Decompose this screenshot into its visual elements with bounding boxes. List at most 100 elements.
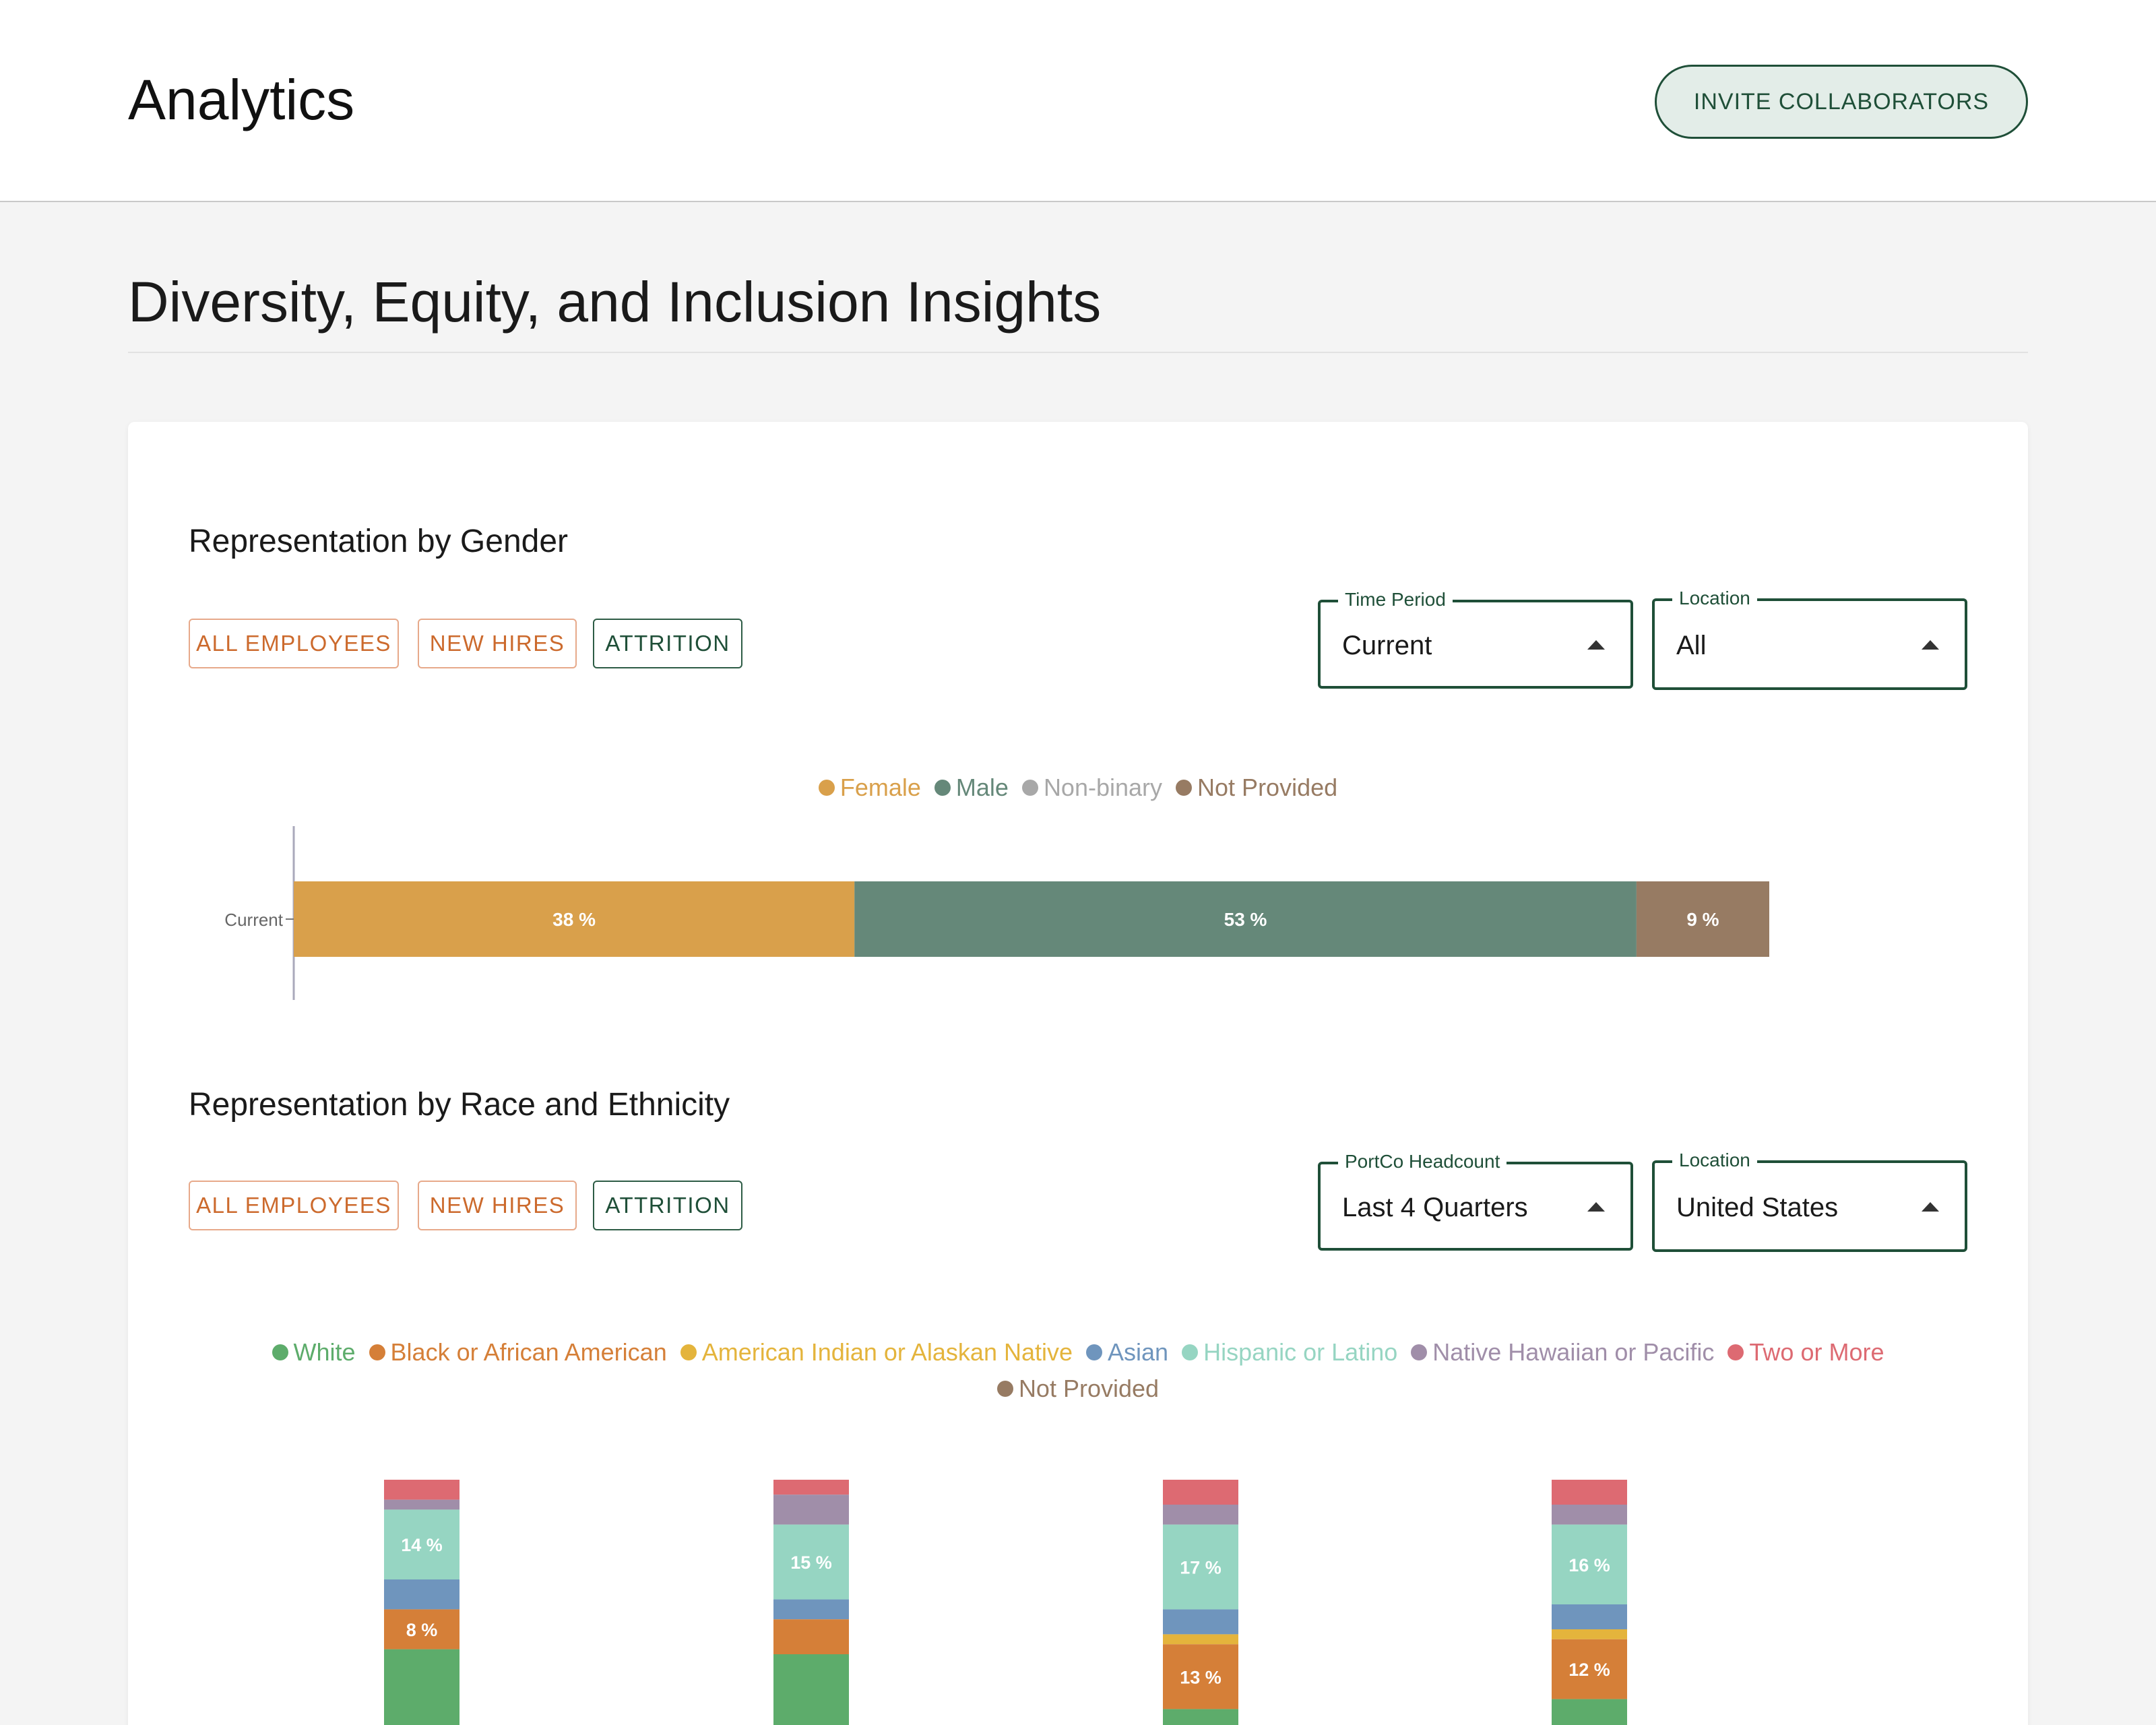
data-label: 15 % [790,1552,832,1573]
legend-dot-icon [680,1344,697,1360]
legend-item-male[interactable]: Male [934,774,1009,802]
legend-dot-icon [1182,1344,1199,1360]
caret-up-icon [1922,1202,1939,1212]
bar-segment-black-or-african-american [773,1619,849,1654]
legend-item-white[interactable]: White [272,1334,356,1371]
bar-segment-two-or-more [773,1480,849,1495]
legend-label: Black or African American [390,1338,667,1366]
bar-segment-native-hawaiian-or-pacific [1552,1505,1627,1525]
race-legend: White Black or African American American I… [249,1334,1907,1407]
bar-segment-two-or-more [384,1480,459,1500]
legend-label: American Indian or Alaskan Native [701,1338,1073,1366]
data-label: 16 % [1568,1555,1610,1575]
data-label: 8 % [406,1620,438,1640]
caret-up-icon [1922,640,1939,650]
bar-segment-white [1552,1699,1627,1725]
legend-item-not-provided[interactable]: Not Provided [1176,774,1337,802]
legend-label: Female [839,774,921,801]
bar-segment-asian [773,1599,849,1620]
legend-dot-icon [1086,1344,1103,1360]
section-divider [128,352,2028,353]
data-label: 38 % [552,909,596,930]
headcount-label: PortCo Headcount [1338,1151,1507,1172]
caret-up-icon [1587,640,1605,650]
data-label: 9 % [1686,909,1719,930]
legend-label: Asian [1108,1338,1169,1366]
bar-segment-native-hawaiian-or-pacific [384,1499,459,1510]
time-period-label: Time Period [1338,589,1453,610]
gender-chart-title: Representation by Gender [189,524,569,559]
page-title: Analytics [128,68,355,131]
gender-location-value: All [1676,631,1707,660]
data-label: 12 % [1568,1660,1610,1680]
legend-label: Non-binary [1043,774,1163,801]
legend-item-asian[interactable]: Asian [1086,1334,1168,1371]
legend-dot-icon [1021,780,1038,796]
legend-label: Native Hawaiian or Pacific [1432,1338,1715,1366]
race-location-select[interactable]: Location United States [1652,1150,1967,1252]
gender-location-label: Location [1672,588,1757,609]
legend-item-american-indian-or-alaskan-native[interactable]: American Indian or Alaskan Native [680,1334,1073,1371]
data-label: 14 % [401,1535,443,1555]
bar-segment-two-or-more [1552,1480,1627,1505]
bar-segment-white [1163,1709,1238,1725]
data-label: 13 % [1180,1667,1222,1687]
legend-dot-icon [996,1381,1013,1397]
legend-item-female[interactable]: Female [818,774,921,802]
bar-segment-american-indian-or-alaskan-native [1163,1634,1238,1645]
gender-tab-new-hires[interactable]: NEW HIRES [418,619,577,668]
top-bar: Analytics INVITE COLLABORATORS [0,0,2156,202]
race-stacked-bar-chart: 14 % 8 % 15 % 17 % 13 % 16 % 12 % [384,1480,1627,1725]
legend-dot-icon [934,780,951,796]
insights-card: Representation by Gender ALL EMPLOYEES N… [128,422,2028,1725]
legend-dot-icon [1727,1344,1744,1360]
race-tab-new-hires[interactable]: NEW HIRES [418,1181,577,1230]
legend-dot-icon [272,1344,288,1360]
legend-dot-icon [1411,1344,1428,1360]
bar-segment-white [773,1654,849,1725]
legend-dot-icon [818,780,835,796]
legend-item-non-binary[interactable]: Non-binary [1021,774,1163,802]
gender-tab-all-employees[interactable]: ALL EMPLOYEES [189,619,399,668]
gender-tab-attrition[interactable]: ATTRITION [593,619,742,668]
bar-segment-native-hawaiian-or-pacific [1163,1505,1238,1525]
data-label: 17 % [1180,1558,1222,1578]
race-location-value: United States [1676,1193,1839,1222]
legend-dot-icon [369,1344,385,1360]
legend-label: Not Provided [1018,1375,1160,1402]
bar-segment-asian [1163,1609,1238,1635]
gender-legend: Female Male Non-binary Not Provided [128,774,2028,802]
headcount-select[interactable]: PortCo Headcount Last 4 Quarters [1318,1151,1633,1251]
legend-item-black-or-african-american[interactable]: Black or African American [369,1334,667,1371]
time-period-select[interactable]: Time Period Current [1318,589,1633,689]
invite-collaborators-button[interactable]: INVITE COLLABORATORS [1655,65,2028,139]
section-title: Diversity, Equity, and Inclusion Insight… [128,270,1102,334]
gender-location-select[interactable]: Location All [1652,588,1967,690]
race-tab-attrition[interactable]: ATTRITION [593,1181,742,1230]
data-label: 53 % [1224,909,1267,930]
gender-bar-chart: Current 38 % 53 % 9 % [224,826,1769,1000]
bar-segment-asian [384,1579,459,1610]
legend-label: Two or More [1749,1338,1884,1366]
bar-segment-asian [1552,1604,1627,1629]
bar-segment-native-hawaiian-or-pacific [773,1495,849,1525]
legend-item-hispanic-or-latino[interactable]: Hispanic or Latino [1182,1334,1397,1371]
legend-label: Hispanic or Latino [1203,1338,1398,1366]
time-period-value: Current [1342,631,1432,660]
legend-item-two-or-more[interactable]: Two or More [1727,1334,1884,1371]
y-tick-label: Current [224,910,283,930]
legend-item-native-hawaiian-or-pacific[interactable]: Native Hawaiian or Pacific [1411,1334,1714,1371]
legend-label: Male [955,774,1009,801]
bar-segment-two-or-more [1163,1480,1238,1505]
legend-label: White [293,1338,356,1366]
bar-segment-white [384,1649,459,1725]
legend-dot-icon [1176,780,1193,796]
race-location-label: Location [1672,1150,1757,1171]
caret-up-icon [1587,1202,1605,1212]
race-tab-all-employees[interactable]: ALL EMPLOYEES [189,1181,399,1230]
legend-item-not-provided[interactable]: Not Provided [996,1371,1160,1407]
race-chart-title: Representation by Race and Ethnicity [189,1087,730,1123]
headcount-value: Last 4 Quarters [1342,1193,1528,1222]
legend-label: Not Provided [1197,774,1338,801]
bar-segment-american-indian-or-alaskan-native [1552,1629,1627,1639]
